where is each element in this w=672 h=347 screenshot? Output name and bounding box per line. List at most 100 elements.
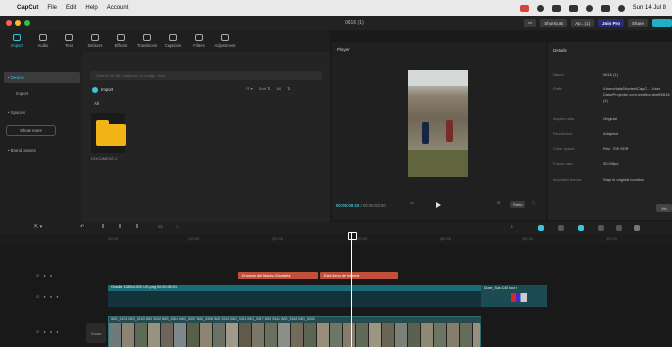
visibility-icon[interactable]: ●: [43, 294, 45, 299]
caption-icon[interactable]: [616, 225, 622, 231]
magnet-icon[interactable]: [558, 225, 564, 231]
tool-label: Effects: [114, 43, 128, 48]
split-icon[interactable]: Ⅱ: [102, 224, 104, 230]
shortcuts-button[interactable]: Shortcuts: [540, 19, 568, 27]
overlay-small-clip[interactable]: Dune_Sub-C40 tool r: [481, 285, 547, 307]
tool-import[interactable]: Import: [4, 30, 30, 52]
visibility-icon[interactable]: ●: [43, 273, 45, 278]
detail-row-colorspace: Color space: Rec. 709 SDR: [553, 146, 672, 152]
zoom-out-icon[interactable]: [598, 225, 604, 231]
tool-audio[interactable]: Audio: [30, 30, 56, 52]
tool-stickers[interactable]: Stickers: [82, 30, 108, 52]
audio-toggle-icon[interactable]: ●: [50, 329, 52, 334]
detail-value: Adapted: [603, 131, 618, 136]
text-icon: [65, 34, 73, 41]
shield-icon[interactable]: ◌: [176, 224, 179, 230]
tool-label: Audio: [37, 43, 49, 48]
all-label: All: [94, 101, 99, 106]
play-button[interactable]: [436, 202, 441, 208]
share-button[interactable]: Share: [627, 19, 648, 27]
tool-adjustment[interactable]: Adjustment: [212, 30, 238, 52]
text-clip[interactable]: Está lleno de historia: [320, 272, 398, 279]
join-pro-button[interactable]: Join Pro: [597, 19, 624, 27]
tool-filters[interactable]: Filters: [186, 30, 212, 52]
microphone-icon[interactable]: ♁: [510, 224, 514, 230]
more-icon[interactable]: ●: [56, 329, 58, 334]
detail-row-resolution: Resolution: Adapted: [553, 131, 672, 137]
menu-file[interactable]: File: [47, 5, 57, 11]
menu-edit[interactable]: Edit: [66, 5, 76, 11]
current-time: 00:00:00:10: [336, 203, 360, 208]
thumbnail: [304, 323, 317, 347]
timeline-ruler[interactable]: [0, 234, 672, 244]
export-button[interactable]: [652, 19, 672, 27]
lock-icon[interactable]: ⊡: [36, 294, 39, 299]
order-button[interactable]: ⇅: [287, 86, 290, 91]
sidebar-item-brand-assets[interactable]: • Brand assets: [4, 145, 80, 156]
thumbnail: [343, 323, 356, 347]
visibility-icon[interactable]: ●: [43, 329, 45, 334]
zoom-window-button[interactable]: [24, 20, 30, 26]
siri-icon[interactable]: [617, 4, 625, 12]
tool-text[interactable]: Text: [56, 30, 82, 52]
thumbnail: [473, 323, 480, 347]
text-clip[interactable]: Encanto del Machu Montaña: [238, 272, 318, 279]
control-center-icon[interactable]: [600, 4, 610, 12]
tool-captions[interactable]: Captions: [160, 30, 186, 52]
bluetooth-icon[interactable]: [551, 4, 561, 12]
thumbnail: [226, 323, 239, 347]
zoom-slider-icon[interactable]: [634, 225, 640, 231]
folder-name: DOCUMENT-2: [91, 156, 118, 161]
link-toggle-icon[interactable]: [538, 225, 544, 231]
menu-app[interactable]: CapCut: [17, 5, 38, 11]
tick-label: |40:00: [440, 236, 452, 241]
view-toggle-icon[interactable]: ☷ ▾: [246, 86, 253, 91]
status-icon[interactable]: [536, 4, 544, 12]
audio-toggle-icon[interactable]: ●: [50, 273, 52, 278]
split-left-icon[interactable]: Ⅱ: [119, 224, 121, 230]
filter-all-button[interactable]: All: [277, 86, 281, 91]
detail-key: Path:: [553, 86, 563, 91]
timeline-view-icon[interactable]: ▭: [410, 200, 414, 205]
more-icon[interactable]: ●: [56, 294, 58, 299]
sidebar-item-import[interactable]: Import: [4, 88, 80, 99]
battery-icon[interactable]: [568, 4, 578, 12]
detail-row-name: Name: 0616 (1): [553, 72, 672, 78]
menu-account[interactable]: Account: [107, 5, 129, 11]
sidebar-item-device[interactable]: • Device: [4, 72, 80, 83]
lock-icon[interactable]: ⊡: [36, 273, 39, 278]
minimize-window-button[interactable]: [15, 20, 21, 26]
preview-sky: [408, 70, 468, 86]
video-preview[interactable]: [408, 70, 468, 177]
clip-thumbnails: [109, 323, 480, 347]
user-button[interactable]: Ap...(1): [571, 19, 594, 27]
cover-button[interactable]: Cover: [86, 323, 106, 343]
import-button[interactable]: Import: [92, 85, 113, 94]
sort-button[interactable]: Sort ⇅: [259, 86, 271, 91]
tool-label: Captions: [164, 43, 182, 48]
split-right-icon[interactable]: Ⅱ: [136, 224, 138, 230]
delete-icon[interactable]: ▭: [158, 224, 163, 230]
undo-icon[interactable]: ↶: [80, 224, 84, 230]
show-more-button[interactable]: Show more: [6, 125, 56, 136]
audio-toggle-icon[interactable]: ●: [50, 294, 52, 299]
ratio-button[interactable]: Ratio: [510, 201, 526, 208]
close-window-button[interactable]: [6, 20, 12, 26]
folder-icon[interactable]: [96, 120, 126, 146]
menu-help[interactable]: Help: [85, 5, 97, 11]
tool-effects[interactable]: Effects: [108, 30, 134, 52]
tick-label: |20:00: [272, 236, 284, 241]
playhead[interactable]: [348, 232, 357, 347]
select-tool-icon[interactable]: ⇱ ▾: [34, 224, 42, 230]
fullscreen-icon[interactable]: ⛶: [532, 200, 535, 205]
fullscreen-fit-icon[interactable]: ⊡: [497, 200, 500, 205]
sidebar-item-spaces[interactable]: • Spaces: [4, 107, 80, 118]
snap-icon[interactable]: [578, 225, 584, 231]
tool-transitions[interactable]: Transitions: [134, 30, 160, 52]
modify-button[interactable]: Mo: [656, 204, 672, 212]
lock-icon[interactable]: ⊡: [36, 329, 39, 334]
search-icon[interactable]: [585, 4, 593, 12]
layout-button[interactable]: ▭: [523, 19, 537, 27]
search-input[interactable]: Search for file, subjects, or image, tim…: [90, 71, 322, 80]
status-app-icon[interactable]: [519, 4, 529, 12]
